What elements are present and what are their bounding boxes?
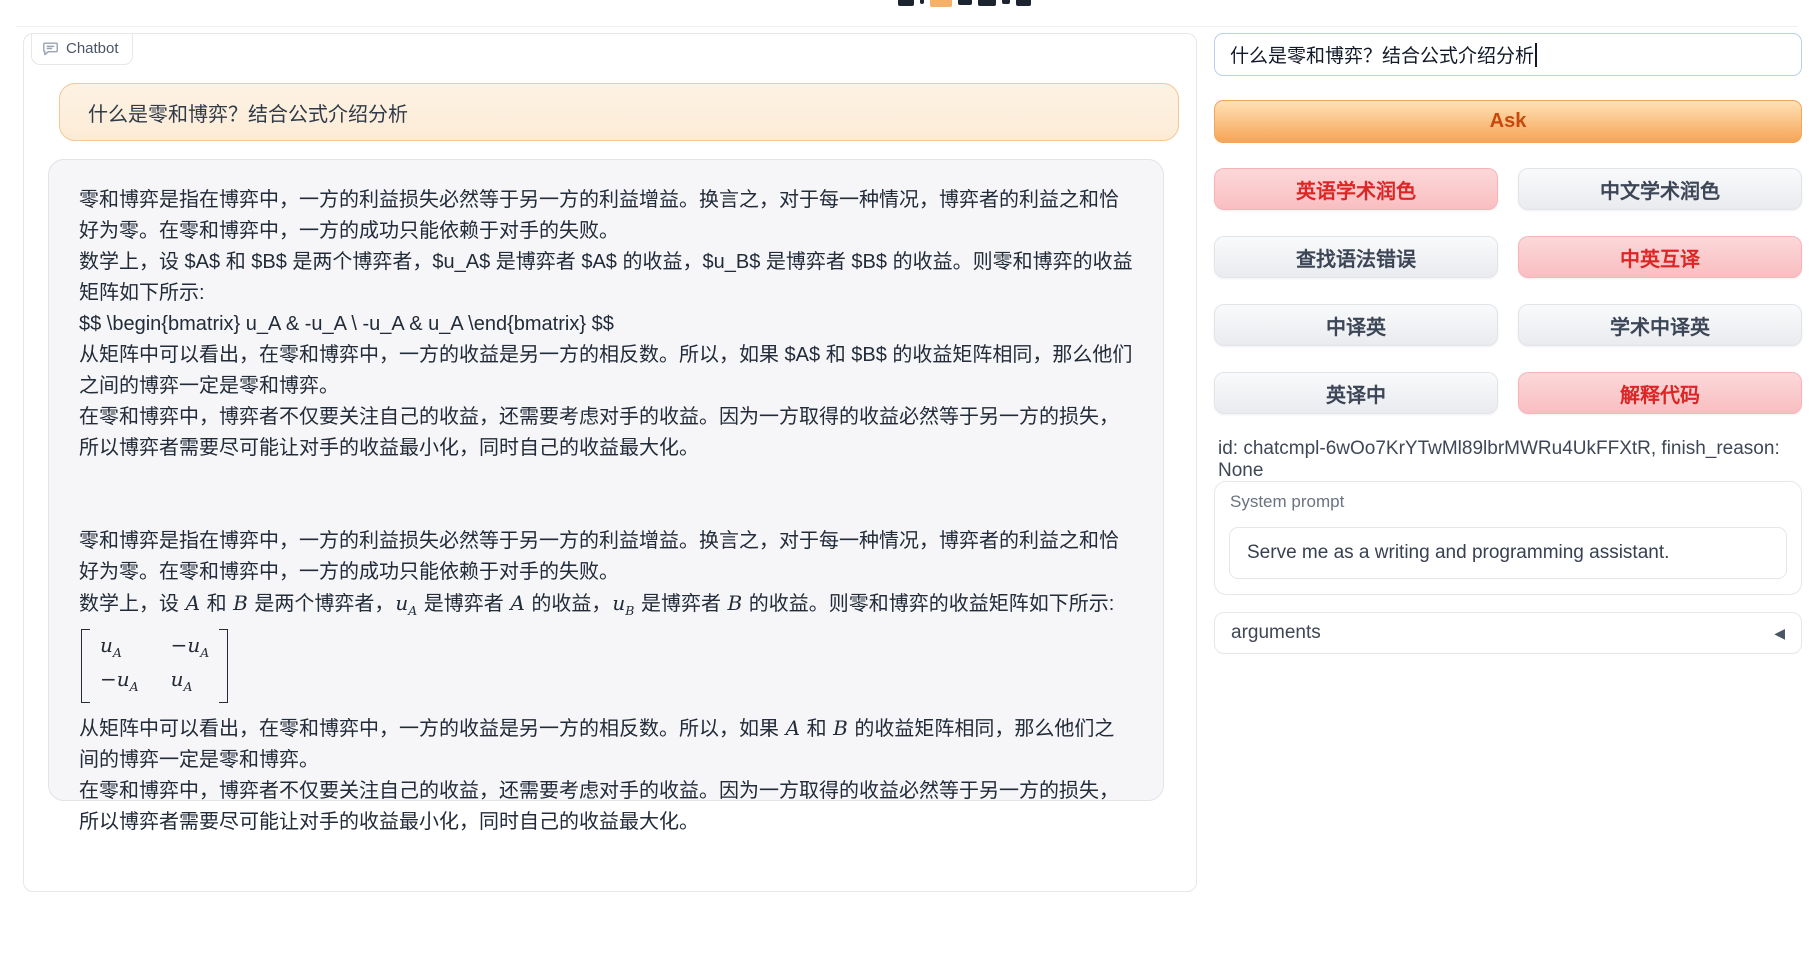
chatbot-panel[interactable]: Chatbot 什么是零和博弈？结合公式介绍分析 零和博弈是指在博弈中，一方的利… (23, 33, 1197, 892)
matrix-left-bracket (81, 629, 90, 703)
btn-english-academic-polish[interactable]: 英语学术润色 (1214, 168, 1498, 210)
btn-explain-code[interactable]: 解释代码 (1518, 372, 1802, 414)
quick-button-grid: 英语学术润色中文学术润色查找语法错误中英互译中译英学术中译英英译中解释代码 (1214, 168, 1802, 414)
btn-en-to-zh[interactable]: 英译中 (1214, 372, 1498, 414)
math-variable: B (727, 591, 744, 615)
question-input[interactable]: 什么是零和博弈？结合公式介绍分析 (1214, 33, 1802, 76)
chatbot-label-text: Chatbot (66, 40, 119, 57)
system-prompt-group: System prompt Serve me as a writing and … (1214, 481, 1802, 595)
chatbot-label: Chatbot (31, 34, 133, 65)
math-variable: −uA (100, 667, 139, 699)
math-variable: uB (611, 591, 635, 615)
math-variable: B (832, 716, 849, 740)
title-glyph-fragment (978, 0, 996, 6)
bot-paragraph-latex-source: $$ \begin{bmatrix} u_A & -u_A \ -u_A & u… (79, 309, 1133, 340)
math-variable: A (185, 591, 201, 615)
blank-lines (79, 464, 1133, 526)
math-variable: −uA (171, 633, 210, 665)
user-message-bubble: 什么是零和博弈？结合公式介绍分析 (59, 83, 1179, 141)
arguments-accordion-label: arguments (1231, 622, 1321, 644)
app-root: Chatbot 什么是零和博弈？结合公式介绍分析 零和博弈是指在博弈中，一方的利… (0, 0, 1814, 961)
math-variable: uA (394, 591, 418, 615)
accordion-collapsed-arrow-icon: ◀ (1774, 625, 1785, 642)
system-prompt-label: System prompt (1230, 492, 1344, 512)
ask-button[interactable]: Ask (1214, 100, 1802, 143)
bot-math-intro: 数学上，设 A 和 B 是两个博弈者，uA 是博弈者 A 的收益，uB 是博弈者… (79, 588, 1133, 626)
title-glyph-fragment (1002, 0, 1010, 4)
math-variable: uA (100, 633, 139, 665)
text-cursor (1535, 43, 1537, 67)
response-status-line: id: chatcmpl-6wOo7KrYTwMl89lbrMWRu4UkFFX… (1218, 438, 1806, 482)
title-glyph-fragment (958, 0, 972, 5)
title-glyph-fragment (920, 0, 924, 4)
system-prompt-input[interactable]: Serve me as a writing and programming as… (1229, 527, 1787, 579)
bot-paragraph: 在零和博弈中，博弈者不仅要关注自己的收益，还需要考虑对手的收益。因为一方取得的收… (79, 776, 1133, 838)
bot-paragraph: 从矩阵中可以看出，在零和博弈中，一方的收益是另一方的相反数。所以，如果 $A$ … (79, 340, 1133, 402)
math-variable: B (232, 591, 249, 615)
matrix-cells: uA−uA−uAuA (90, 629, 219, 703)
title-glyph-fragment (930, 0, 952, 7)
btn-zh-en-mutual-translate[interactable]: 中英互译 (1518, 236, 1802, 278)
bot-message-bubble: 零和博弈是指在博弈中，一方的利益损失必然等于另一方的利益增益。换言之，对于每一种… (48, 159, 1164, 801)
system-prompt-value: Serve me as a writing and programming as… (1247, 542, 1669, 564)
header-divider (16, 26, 1798, 27)
user-message-text: 什么是零和博弈？结合公式介绍分析 (88, 98, 408, 127)
arguments-accordion-header[interactable]: arguments ◀ (1214, 612, 1802, 654)
bot-paragraph: 零和博弈是指在博弈中，一方的利益损失必然等于另一方的利益增益。换言之，对于每一种… (79, 185, 1133, 247)
payoff-matrix: uA−uA−uAuA (81, 629, 228, 703)
btn-academic-zh-to-en[interactable]: 学术中译英 (1518, 304, 1802, 346)
btn-zh-to-en[interactable]: 中译英 (1214, 304, 1498, 346)
payoff-matrix-row: uA−uA−uAuA (79, 626, 1133, 713)
cropped-page-title (898, 0, 1031, 10)
title-glyph-fragment (1016, 0, 1031, 6)
bot-paragraph: 在零和博弈中，博弈者不仅要关注自己的收益，还需要考虑对手的收益。因为一方取得的收… (79, 402, 1133, 464)
bot-paragraph: 零和博弈是指在博弈中，一方的利益损失必然等于另一方的利益增益。换言之，对于每一种… (79, 526, 1133, 588)
bot-paragraph: 数学上，设 $A$ 和 $B$ 是两个博弈者，$u_A$ 是博弈者 $A$ 的收… (79, 247, 1133, 309)
title-glyph-fragment (898, 0, 914, 6)
matrix-right-bracket (219, 629, 228, 703)
btn-find-grammar-errors[interactable]: 查找语法错误 (1214, 236, 1498, 278)
math-variable: A (785, 716, 801, 740)
btn-chinese-academic-polish[interactable]: 中文学术润色 (1518, 168, 1802, 210)
bot-matrix-conclusion: 从矩阵中可以看出，在零和博弈中，一方的收益是另一方的相反数。所以，如果 A 和 … (79, 713, 1133, 776)
math-variable: uA (171, 667, 210, 699)
question-input-value: 什么是零和博弈？结合公式介绍分析 (1230, 41, 1534, 68)
math-variable: A (509, 591, 525, 615)
chat-bubble-icon (42, 40, 59, 57)
